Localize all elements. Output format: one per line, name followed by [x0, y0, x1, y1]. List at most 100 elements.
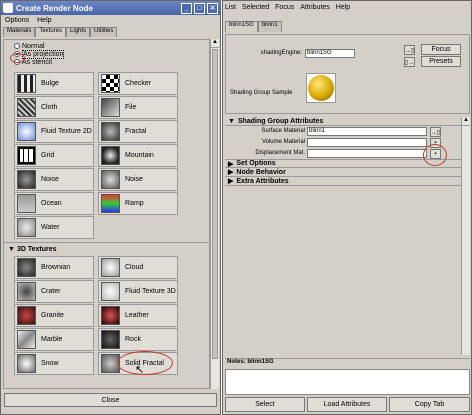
notes-textarea[interactable] — [225, 369, 470, 395]
texture-leather[interactable]: Leather — [98, 304, 178, 327]
radio-as-stencil[interactable]: As stencil — [14, 58, 209, 66]
shading-engine-field[interactable]: blinn1SG — [305, 49, 355, 58]
texture-granite[interactable]: Granite — [14, 304, 94, 327]
texture-solid-fractal[interactable]: Solid Fractal ↖ — [98, 351, 178, 376]
texture-fractal[interactable]: Fractal — [98, 120, 178, 143]
texture-ramp[interactable]: Ramp — [98, 192, 178, 215]
annotation-circle — [117, 351, 173, 375]
section-title: Extra Attributes — [236, 177, 289, 185]
tab-blinn1sg[interactable]: blinn1SG — [225, 21, 258, 32]
section-3d-header[interactable]: ▼ 3D Textures — [4, 242, 209, 254]
menu-attributes[interactable]: Attributes — [300, 4, 330, 11]
menu-focus[interactable]: Focus — [275, 4, 294, 11]
left-scrollbar[interactable]: ▲ — [210, 39, 219, 389]
menu-selected[interactable]: Selected — [242, 4, 269, 11]
tab-materials[interactable]: Materials — [3, 27, 36, 37]
texture-label: Checker — [125, 80, 152, 87]
texture-fluid-2d[interactable]: Fluid Texture 2D — [14, 120, 94, 143]
load-attributes-button[interactable]: Load Attributes — [307, 397, 387, 412]
notes-label: Notes: blinn1SG — [225, 358, 470, 368]
rock-icon — [101, 330, 120, 349]
minimize-icon[interactable]: _ — [181, 2, 192, 14]
section-title: Node Behavior — [236, 168, 286, 176]
texture-label: Noise — [41, 176, 59, 183]
section-shading-group[interactable]: ▼ Shading Group Attributes — [225, 117, 461, 126]
texture-brownian[interactable]: Brownian — [14, 256, 94, 279]
fractal-icon — [101, 122, 120, 141]
tab-textures[interactable]: Textures — [35, 27, 67, 37]
displacement-material-label: Displacement Mat. — [255, 150, 305, 156]
section-extra-attributes[interactable]: ▶ Extra Attributes — [225, 177, 461, 186]
texture-bulge[interactable]: Bulge — [14, 72, 94, 95]
scroll-up-icon[interactable]: ▲ — [462, 117, 470, 126]
leather-icon — [101, 306, 120, 325]
texture-file[interactable]: File — [98, 96, 178, 119]
focus-button[interactable]: Focus — [421, 44, 461, 55]
texture-ocean[interactable]: Ocean — [14, 192, 94, 215]
attributes-panel: ▼ Shading Group Attributes Surface Materi… — [225, 117, 461, 355]
close-button[interactable]: Close — [4, 393, 217, 407]
texture-cloth[interactable]: Cloth — [14, 96, 94, 119]
menu-help[interactable]: Help — [336, 4, 350, 11]
menu-options[interactable]: Options — [5, 17, 29, 24]
expand-arrow-icon: ▶ — [228, 169, 234, 176]
grid-icon — [17, 146, 36, 165]
radio-label: As stencil — [22, 58, 52, 66]
texture-rock[interactable]: Rock — [98, 328, 178, 351]
left-tabs: Materials Textures Lights Utilities — [1, 27, 220, 37]
tab-blinn1[interactable]: blinn1 — [257, 21, 282, 32]
texture-noise-1[interactable]: Noise — [14, 168, 94, 191]
texture-label: Grid — [41, 152, 55, 159]
mountain-icon — [101, 146, 120, 165]
texture-snow[interactable]: Snow — [14, 352, 94, 375]
right-scrollbar[interactable]: ▲ — [461, 117, 470, 355]
texture-label: Noise — [125, 176, 143, 183]
texture-label: File — [125, 104, 137, 111]
surface-material-label: Surface Material — [261, 128, 305, 134]
texture-water[interactable]: Water — [14, 216, 94, 239]
attribute-editor-window: List Selected Focus Attributes Help blin… — [222, 0, 472, 415]
texture-label: Bulge — [41, 80, 59, 87]
volume-material-label: Volume Material — [261, 139, 305, 145]
texture-crater[interactable]: Crater — [14, 280, 94, 303]
texture-fluid-3d[interactable]: Fluid Texture 3D — [98, 280, 178, 303]
texture-label: Cloth — [41, 104, 58, 111]
select-button[interactable]: Select — [225, 397, 305, 412]
displacement-material-field[interactable] — [307, 149, 427, 158]
texture-mountain[interactable]: Mountain — [98, 144, 178, 167]
texture-grid[interactable]: Grid — [14, 144, 94, 167]
shading-engine-label: shadingEngine: — [260, 50, 302, 56]
input-connection-icon[interactable]: →▯ — [404, 45, 415, 55]
tab-utilities[interactable]: Utilities — [90, 27, 118, 37]
texture-checker[interactable]: Checker — [98, 72, 178, 95]
close-icon[interactable]: ✕ — [207, 2, 218, 14]
copy-tab-button[interactable]: Copy Tab — [389, 397, 470, 412]
right-menubar: List Selected Focus Attributes Help — [223, 1, 471, 13]
surface-link-icon[interactable]: →▯ — [430, 127, 441, 137]
mouse-cursor-icon: ↖ — [135, 364, 145, 376]
surface-material-field[interactable]: blinn1 — [307, 127, 427, 136]
expand-arrow-icon: ▶ — [228, 160, 234, 168]
scroll-up-icon[interactable]: ▲ — [211, 39, 219, 48]
scroll-thumb[interactable] — [212, 49, 218, 359]
texture-cloud[interactable]: Cloud — [98, 256, 178, 279]
cloth-icon — [17, 98, 36, 117]
texture-label: Brownian — [41, 264, 71, 271]
texture-marble[interactable]: Marble — [14, 328, 94, 351]
section-title: Shading Group Attributes — [237, 117, 324, 125]
volume-material-field[interactable] — [307, 138, 427, 147]
section-node-behavior[interactable]: ▶ Node Behavior — [225, 168, 461, 177]
presets-button[interactable]: Presets — [421, 56, 461, 67]
texture-label: Crater — [41, 288, 61, 295]
menu-list[interactable]: List — [225, 4, 236, 11]
radio-as-projection[interactable]: As projection — [14, 49, 209, 59]
output-connection-icon[interactable]: ▯→ — [404, 57, 415, 67]
texture-noise-2[interactable]: Noise — [98, 168, 178, 191]
tab-lights[interactable]: Lights — [66, 27, 91, 37]
texture-label: Ramp — [125, 200, 144, 207]
noise-icon — [101, 170, 120, 189]
maximize-icon[interactable]: □ — [194, 2, 205, 14]
brownian-icon — [17, 258, 36, 277]
menu-help[interactable]: Help — [37, 17, 51, 24]
noise-icon — [17, 170, 36, 189]
